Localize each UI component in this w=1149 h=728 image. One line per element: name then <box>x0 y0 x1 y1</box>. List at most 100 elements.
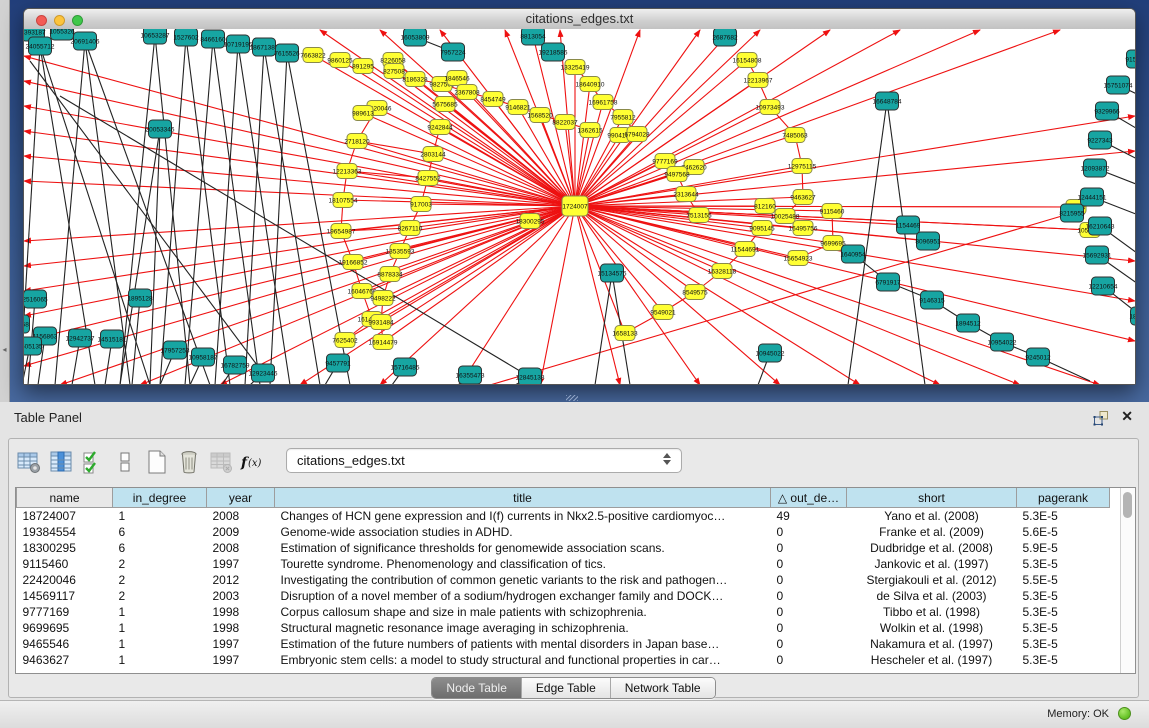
table-cell-pagerank[interactable]: 5.9E-5 <box>1017 540 1110 556</box>
network-node[interactable]: 11544691 <box>731 242 760 257</box>
network-edge[interactable] <box>575 206 1135 341</box>
network-edge[interactable] <box>575 30 980 206</box>
network-node[interactable]: 7513155 <box>686 208 712 223</box>
table-cell-short[interactable]: Tibbo et al. (1998) <box>847 604 1017 620</box>
table-cell-short[interactable]: Yano et al. (2008) <box>847 508 1017 525</box>
table-cell-year[interactable]: 1998 <box>207 620 275 636</box>
network-node[interactable]: 1362615 <box>577 123 603 138</box>
network-node[interactable]: 15654923 <box>784 251 813 266</box>
network-node[interactable]: 1658133 <box>612 326 638 341</box>
network-node[interactable]: 24055712 <box>26 37 55 55</box>
table-row[interactable]: 1456911722003Disruption of a novel membe… <box>17 588 1110 604</box>
table-cell-out_degree[interactable]: 0 <box>771 604 847 620</box>
table-row[interactable]: 1938455462009Genome-wide association stu… <box>17 524 1110 540</box>
table-cell-pagerank[interactable]: 5.3E-5 <box>1017 556 1110 572</box>
network-node[interactable]: 9115460 <box>820 204 845 219</box>
table-scrollbar-thumb[interactable] <box>1123 492 1132 518</box>
network-node[interactable]: 917003 <box>410 197 432 212</box>
network-node[interactable]: 16355473 <box>456 366 485 384</box>
network-graph[interactable]: 2393187105532624055712206914061065328715… <box>24 29 1135 384</box>
table-cell-title[interactable]: Corpus callosum shape and size in male p… <box>275 604 771 620</box>
table-cell-name[interactable]: 19384554 <box>17 524 113 540</box>
network-node[interactable]: 16154808 <box>733 53 762 68</box>
table-cell-in_degree[interactable]: 1 <box>113 636 207 652</box>
network-node[interactable]: 1724007 <box>562 196 588 216</box>
table-cell-short[interactable]: Dudbridge et al. (2008) <box>847 540 1017 556</box>
table-cell-year[interactable]: 1997 <box>207 652 275 668</box>
network-node[interactable]: 8096951 <box>915 232 941 250</box>
network-node[interactable]: 9227343 <box>1087 131 1113 149</box>
table-cell-name[interactable]: 18724007 <box>17 508 113 525</box>
network-canvas[interactable]: 2393187105532624055712206914061065328715… <box>24 29 1135 384</box>
network-node[interactable]: 20053346 <box>146 120 175 138</box>
column-header-out_degree[interactable]: △ out_de… <box>771 488 847 508</box>
table-select-dropdown[interactable]: citations_edges.txt <box>286 448 682 473</box>
network-edge[interactable] <box>215 44 238 384</box>
network-node[interactable]: 1846546 <box>444 71 470 86</box>
table-cell-out_degree[interactable]: 0 <box>771 540 847 556</box>
network-node[interactable]: 1154469 <box>896 216 921 234</box>
network-node[interactable]: 12213967 <box>744 73 773 88</box>
network-node[interactable]: 17957253 <box>161 341 190 359</box>
network-node[interactable]: 9146315 <box>919 291 945 309</box>
network-node[interactable]: 16782759 <box>221 356 250 374</box>
network-node[interactable]: 7957224 <box>440 43 466 61</box>
table-cell-out_degree[interactable]: 0 <box>771 588 847 604</box>
network-node[interactable]: 330158 <box>24 315 30 333</box>
delete-icon[interactable] <box>173 447 205 477</box>
show-column-icon[interactable] <box>45 447 77 477</box>
table-cell-in_degree[interactable]: 2 <box>113 588 207 604</box>
table-cell-year[interactable]: 2008 <box>207 540 275 556</box>
network-node[interactable]: 8878334 <box>377 267 403 282</box>
network-node[interactable]: 989613 <box>352 106 374 121</box>
table-cell-pagerank[interactable]: 5.3E-5 <box>1017 604 1110 620</box>
network-node[interactable]: 9157313 <box>1125 50 1135 68</box>
unselect-all-checks-icon[interactable] <box>109 447 141 477</box>
table-cell-in_degree[interactable]: 1 <box>113 508 207 525</box>
network-node[interactable]: 1894512 <box>955 314 981 332</box>
network-edge[interactable] <box>24 206 575 291</box>
network-node[interactable]: 8427552 <box>415 171 441 186</box>
table-cell-pagerank[interactable]: 5.3E-5 <box>1017 636 1110 652</box>
network-node[interactable]: 1568520 <box>527 108 553 123</box>
network-node[interactable]: 12093872 <box>1081 159 1110 177</box>
network-edge[interactable] <box>186 37 230 384</box>
table-cell-title[interactable]: Structural magnetic resonance image aver… <box>275 620 771 636</box>
network-node[interactable]: 8454749 <box>480 92 506 107</box>
network-edge[interactable] <box>185 39 213 384</box>
network-node[interactable]: 1834504 <box>1129 307 1135 325</box>
table-row[interactable]: 911546021997Tourette syndrome. Phenomeno… <box>17 556 1110 572</box>
table-cell-short[interactable]: Stergiakouli et al. (2012) <box>847 572 1017 588</box>
network-node[interactable]: 10653287 <box>141 29 170 44</box>
select-all-checks-icon[interactable] <box>77 447 109 477</box>
network-node[interactable]: 12845138 <box>516 368 545 384</box>
network-node[interactable]: 10954022 <box>988 333 1017 351</box>
network-node[interactable]: 9457791 <box>325 354 351 372</box>
table-cell-year[interactable]: 1997 <box>207 636 275 652</box>
table-cell-year[interactable]: 1997 <box>207 556 275 572</box>
network-edge[interactable] <box>270 53 287 384</box>
network-node[interactable]: 8549575 <box>682 285 708 300</box>
table-cell-name[interactable]: 18300295 <box>17 540 113 556</box>
network-node[interactable]: 9497568 <box>664 167 690 182</box>
table-row[interactable]: 1830029562008Estimation of significance … <box>17 540 1110 556</box>
network-node[interactable]: 7955812 <box>610 110 636 125</box>
network-node[interactable]: 9095145 <box>749 221 775 236</box>
close-icon[interactable]: ✕ <box>1121 408 1133 425</box>
network-node[interactable]: 18107554 <box>329 193 358 208</box>
network-node[interactable]: 10958187 <box>189 348 218 366</box>
table-cell-pagerank[interactable]: 5.3E-5 <box>1017 652 1110 668</box>
network-node[interactable]: 7485063 <box>782 128 808 143</box>
tab-node-table[interactable]: Node Table <box>432 678 521 698</box>
network-edge[interactable] <box>24 206 575 341</box>
table-cell-year[interactable]: 2003 <box>207 588 275 604</box>
network-edge[interactable] <box>575 30 1060 206</box>
network-node[interactable]: 12210654 <box>1089 277 1118 295</box>
network-node[interactable]: 16210643 <box>1086 217 1115 235</box>
network-node[interactable]: 9245012 <box>1025 348 1051 366</box>
network-node[interactable]: 20691406 <box>71 32 100 50</box>
network-edge[interactable] <box>238 44 290 384</box>
table-cell-short[interactable]: Wolkin et al. (1998) <box>847 620 1017 636</box>
network-node[interactable]: 16053809 <box>401 29 430 46</box>
network-node[interactable]: 19218586 <box>539 43 568 61</box>
